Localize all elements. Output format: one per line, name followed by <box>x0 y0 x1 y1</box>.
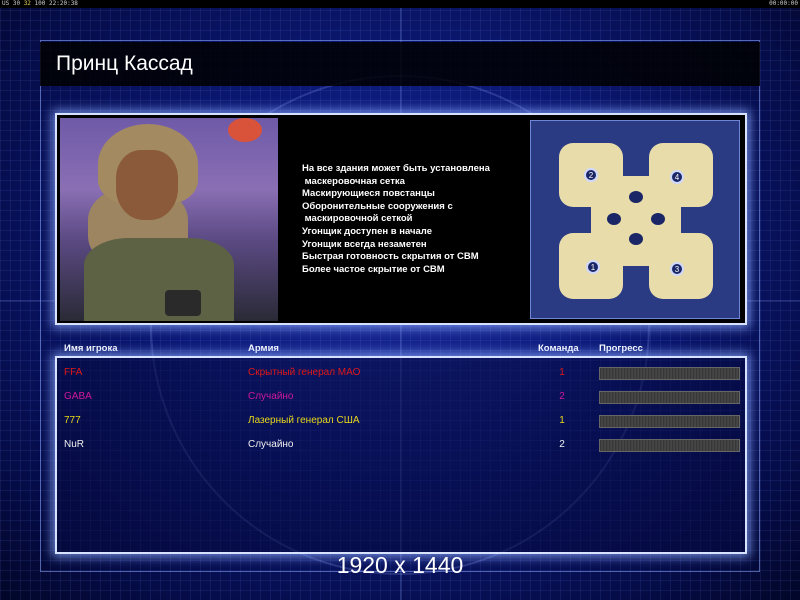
minimap-pond <box>607 213 621 225</box>
feature-item: Оборонительные сооружения с <box>302 200 453 212</box>
debug-clock: 00:00:00 <box>769 0 798 7</box>
resolution-label: 1920 x 1440 <box>336 552 464 578</box>
map-title: Принц Кассад <box>56 52 193 75</box>
header-army: Армия <box>248 343 279 354</box>
debug-stats: US 30 32 100 22:20:38 <box>2 0 78 7</box>
minimap: 2 4 1 3 <box>530 120 740 319</box>
load-progress-bar <box>599 391 740 404</box>
player-team: 2 <box>559 439 565 450</box>
rifle-icon <box>165 290 201 316</box>
feature-item: маскировочной сеткой <box>302 213 413 225</box>
player-army: Случайно <box>248 391 294 402</box>
start-position-label: 4 <box>674 173 680 182</box>
player-row: GABA Случайно 2 <box>0 385 800 409</box>
minimap-pond <box>629 191 643 203</box>
feature-item: Маскирующиеся повстанцы <box>302 188 435 200</box>
feature-item: Более частое скрытие от СВМ <box>302 263 445 275</box>
minimap-pond <box>651 213 665 225</box>
player-name: FFA <box>64 367 83 378</box>
load-progress-bar <box>599 415 740 428</box>
player-name: NuR <box>64 439 85 450</box>
sun-icon <box>228 118 262 142</box>
feature-item: Быстрая готовность скрытия от СВМ <box>302 251 479 263</box>
general-portrait <box>60 118 278 321</box>
debug-topbar: US 30 32 100 22:20:38 00:00:00 <box>0 0 800 8</box>
player-army: Лазерный генерал США <box>248 415 360 426</box>
camo-body-shape <box>84 238 234 321</box>
feature-list: На все здания может быть установлена мас… <box>302 163 522 276</box>
load-progress-bar <box>599 367 740 380</box>
header-progress: Прогресс <box>599 343 643 354</box>
start-position-label: 1 <box>590 263 596 272</box>
player-army: Случайно <box>248 439 294 450</box>
loading-screen: US 30 32 100 22:20:38 00:00:00 Принц Кас… <box>0 0 800 600</box>
player-team: 2 <box>559 391 565 402</box>
minimap-land <box>591 176 681 266</box>
start-position-label: 3 <box>674 265 680 274</box>
player-row: 777 Лазерный генерал США 1 <box>0 409 800 433</box>
load-progress-bar <box>599 439 740 452</box>
player-army: Скрытный генерал МАО <box>248 367 361 378</box>
feature-item: Угонщик всегда незаметен <box>302 238 427 250</box>
feature-item: маскеровочная сетка <box>302 175 405 187</box>
player-name: 777 <box>64 415 81 426</box>
feature-item: На все здания может быть установлена <box>302 163 490 174</box>
header-player-name: Имя игрока <box>64 343 118 354</box>
player-row: FFA Скрытный генерал МАО 1 <box>0 361 800 385</box>
start-position-label: 2 <box>588 171 594 180</box>
header-team: Команда <box>538 343 579 354</box>
player-team: 1 <box>559 367 565 378</box>
feature-item: Угонщик доступен в начале <box>302 225 432 237</box>
player-name: GABA <box>64 391 92 402</box>
face-shape <box>116 150 178 220</box>
player-row: NuR Случайно 2 <box>0 433 800 457</box>
player-team: 1 <box>559 415 565 426</box>
minimap-pond <box>629 233 643 245</box>
